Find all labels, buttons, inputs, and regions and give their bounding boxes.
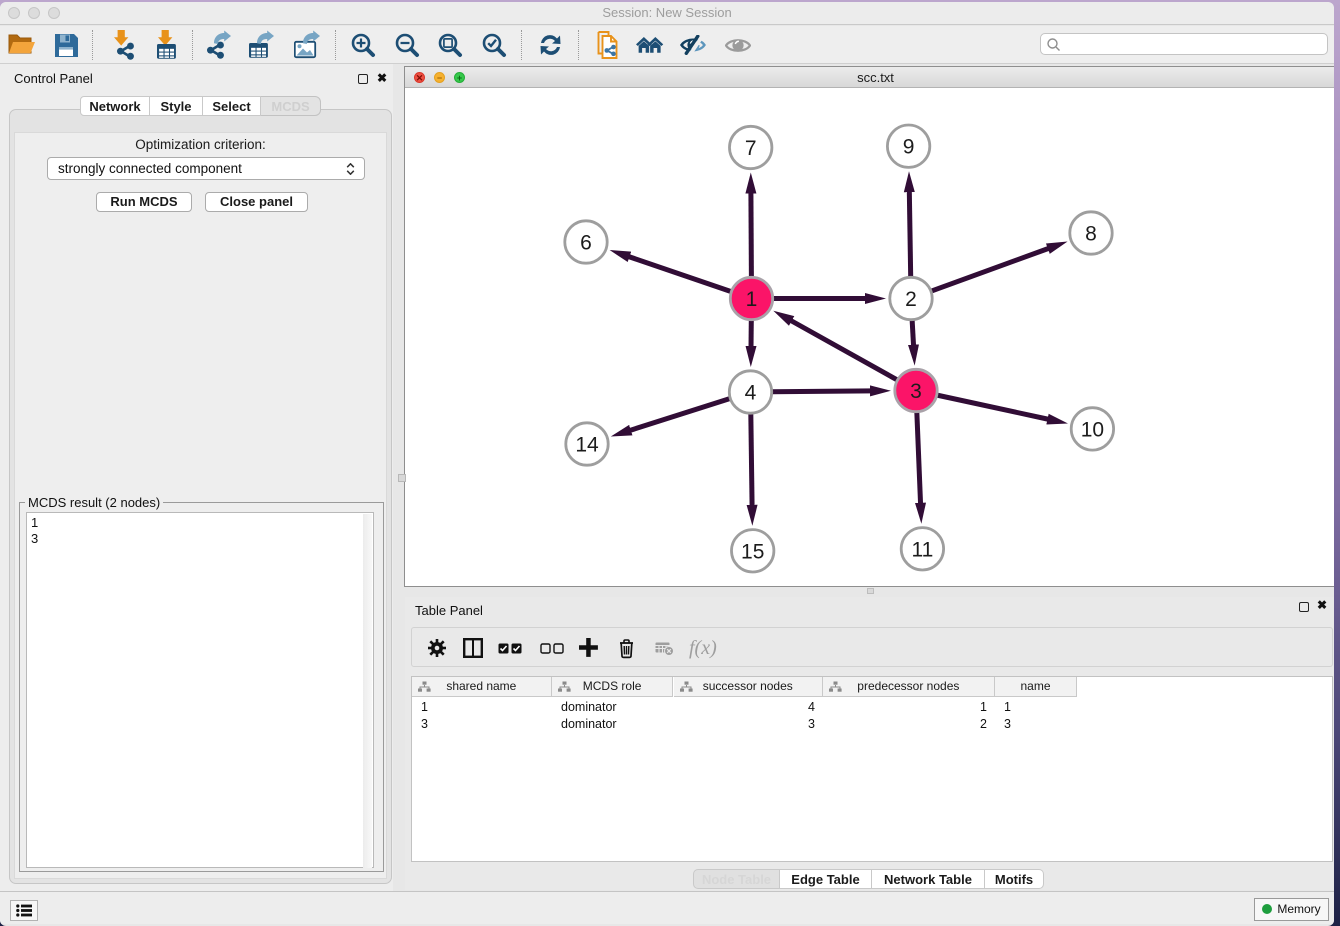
svg-text:9: 9 (903, 136, 915, 159)
svg-text:2: 2 (905, 288, 917, 311)
svg-text:1: 1 (746, 288, 758, 311)
svg-text:11: 11 (911, 538, 933, 561)
svg-text:7: 7 (745, 137, 757, 160)
svg-text:4: 4 (745, 382, 757, 405)
svg-text:14: 14 (575, 434, 599, 457)
svg-text:15: 15 (741, 540, 764, 563)
svg-text:10: 10 (1081, 418, 1104, 441)
svg-text:6: 6 (580, 232, 592, 255)
svg-text:3: 3 (910, 380, 922, 403)
svg-text:8: 8 (1085, 223, 1097, 246)
